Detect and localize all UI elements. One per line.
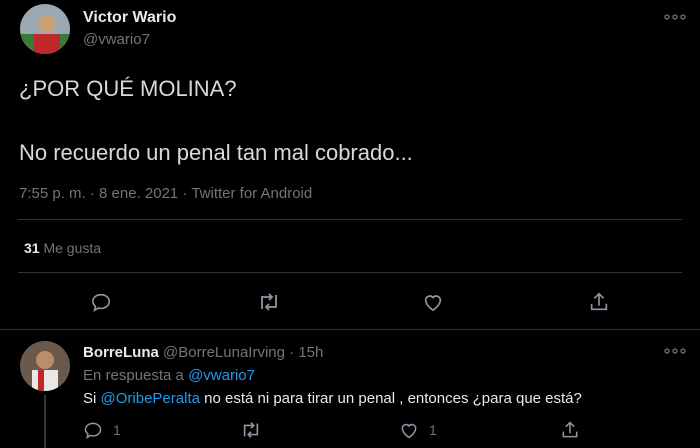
author-handle[interactable]: @vwario7 — [83, 31, 150, 48]
tweet-text-line1: ¿POR QUÉ MOLINA? — [19, 76, 237, 101]
reply-mention[interactable]: @OribePeralta — [101, 390, 200, 407]
reply-like-button[interactable]: 1 — [399, 420, 437, 440]
reply-header: BorreLuna @BorreLunaIrving · 15h — [83, 344, 323, 361]
reply-text-prefix: Si — [83, 390, 97, 407]
author-avatar[interactable] — [20, 4, 70, 54]
divider — [0, 329, 700, 330]
reply-context: En respuesta a @vwario7 — [83, 367, 255, 384]
reply-icon — [83, 420, 103, 440]
like-count: 1 — [429, 422, 437, 438]
divider — [18, 219, 682, 220]
retweet-icon[interactable] — [257, 291, 281, 313]
likes-label: Me gusta — [43, 240, 102, 256]
reply-text: Si @OribePeralta no está ni para tirar u… — [83, 390, 582, 407]
share-icon[interactable] — [588, 291, 610, 313]
retweet-icon[interactable] — [240, 420, 262, 440]
thread-line — [44, 395, 46, 448]
reply-author-handle[interactable]: @BorreLunaIrving — [163, 344, 285, 361]
reply-reply-button[interactable]: 1 — [83, 420, 121, 440]
reply-avatar[interactable] — [20, 341, 70, 391]
likes-stat[interactable]: 31 Me gusta — [24, 240, 101, 256]
reply-separator: · — [289, 344, 295, 361]
tweet-timestamp[interactable]: 7:55 p. m. · 8 ene. 2021 · Twitter for A… — [19, 185, 312, 202]
reply-author-name[interactable]: BorreLuna — [83, 344, 159, 361]
heart-icon — [399, 420, 419, 440]
divider — [18, 272, 682, 273]
tweet-text-line2: No recuerdo un penal tan mal cobrado... — [19, 140, 413, 165]
reply-to-handle[interactable]: @vwario7 — [188, 367, 255, 384]
reply-to-prefix: En respuesta a — [83, 367, 184, 384]
reply-text-rest: no está ni para tirar un penal , entonce… — [204, 390, 582, 407]
likes-count: 31 — [24, 240, 40, 256]
more-icon[interactable] — [664, 14, 686, 20]
more-icon[interactable] — [664, 348, 686, 354]
reply-icon[interactable] — [90, 291, 112, 313]
heart-icon[interactable] — [422, 291, 444, 313]
reply-count: 1 — [113, 422, 121, 438]
author-name[interactable]: Victor Wario — [83, 9, 176, 27]
share-icon[interactable] — [560, 420, 580, 440]
reply-time[interactable]: 15h — [298, 344, 323, 361]
